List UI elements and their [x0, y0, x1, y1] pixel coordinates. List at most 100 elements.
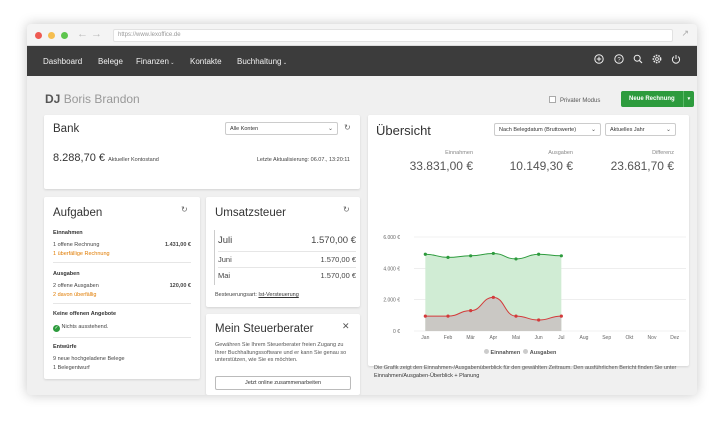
- vat-month: Juli: [218, 235, 233, 246]
- period-select[interactable]: Aktuelles Jahr ⌄: [605, 123, 676, 136]
- back-arrow-icon[interactable]: ←: [77, 28, 88, 40]
- expenses-point: [537, 318, 541, 322]
- minimize-dot[interactable]: [48, 32, 55, 39]
- last-update: Letzte Aktualisierung: 06.07., 13:20:11: [256, 157, 350, 163]
- x-tick-label: Jan: [421, 335, 429, 341]
- open-expenses-label: 2 offene Ausgaben: [53, 283, 99, 289]
- expenses-value: 10.149,30 €: [509, 159, 573, 173]
- overview-title: Übersicht: [376, 123, 431, 138]
- new-invoice-label: Neue Rechnung: [629, 96, 675, 102]
- chevron-down-icon: ⌄: [665, 127, 671, 133]
- vat-row-juli: Juli 1.570,00 €: [218, 235, 356, 246]
- private-mode-toggle[interactable]: Privater Modus: [549, 96, 600, 104]
- x-tick-label: Nov: [648, 335, 657, 341]
- expand-icon[interactable]: ↗: [681, 28, 689, 39]
- offers-status: ✓ Nichts ausstehend.: [53, 324, 108, 332]
- taxation-link[interactable]: Ist-Versteuerung: [258, 292, 298, 298]
- report-link[interactable]: Einnahmen/Ausgaben-Überblick + Planung: [374, 373, 479, 379]
- nav-finanzen-label: Finanzen: [136, 57, 169, 66]
- period-select-value: Aktuelles Jahr: [610, 127, 645, 133]
- user-name: Boris Brandon: [63, 92, 140, 106]
- y-tick-label: 0 €: [393, 329, 400, 335]
- add-icon[interactable]: [593, 54, 605, 66]
- balance-value: 8.288,70 €: [53, 152, 105, 164]
- collaborate-button[interactable]: Jetzt online zusammenarbeiten: [215, 376, 351, 390]
- taxation-type: Besteuerungsart: Ist-Versteuerung: [215, 292, 299, 298]
- top-navigation: Dashboard Belege Finanzen ⌄ Kontakte Buc…: [27, 46, 697, 76]
- refresh-icon[interactable]: ↻: [181, 205, 188, 214]
- offers-section-title: Keine offenen Angebote: [53, 311, 117, 317]
- legend-income-label: Einnahmen: [490, 350, 521, 356]
- overdue-expenses-link[interactable]: 2 davon überfällig: [53, 292, 96, 298]
- income-expense-chart: 0 € 2.000 € 4.000 € 6.000 € Jan Feb Mär Apr Mai J…: [383, 235, 686, 341]
- expenses-point: [423, 314, 427, 318]
- x-tick-label: Jul: [558, 335, 564, 341]
- nav-buchhaltung[interactable]: Buchhaltung ⌄: [237, 57, 287, 66]
- divider: [53, 262, 191, 263]
- user-initials: DJ: [45, 92, 61, 106]
- nav-finanzen[interactable]: Finanzen ⌄: [136, 57, 175, 66]
- power-icon[interactable]: [670, 54, 682, 66]
- chevron-down-icon[interactable]: ▾: [682, 91, 695, 107]
- checkbox[interactable]: [549, 96, 556, 103]
- x-tick-label: Mär: [466, 335, 475, 341]
- income-label: Einnahmen: [445, 150, 473, 156]
- tasks-title: Aufgaben: [53, 207, 103, 219]
- vat-value: 1.570,00 €: [320, 271, 356, 280]
- footnote-text: Die Grafik zeigt den Einnahmen-/Ausgaben…: [374, 365, 677, 371]
- user-header: DJ Boris Brandon: [45, 92, 140, 106]
- difference-value: 23.681,70 €: [610, 159, 674, 173]
- expenses-point: [446, 314, 450, 318]
- overdue-invoice-link[interactable]: 1 überfällige Rechnung: [53, 251, 110, 257]
- x-tick-label: Feb: [444, 335, 453, 341]
- maximize-dot[interactable]: [61, 32, 68, 39]
- chevron-down-icon: ⌄: [168, 60, 175, 66]
- x-tick-label: Aug: [580, 335, 589, 341]
- overview-footnote: Die Grafik zeigt den Einnahmen-/Ausgaben…: [374, 365, 682, 380]
- chevron-down-icon: ⌄: [590, 127, 596, 133]
- balance-label: Aktueller Kontostand: [108, 157, 159, 163]
- receipt-draft-link[interactable]: 1 Belegentwurf: [53, 365, 90, 371]
- account-select[interactable]: Alle Konten ⌄: [225, 122, 338, 135]
- tax-advisor-card: Mein Steuerberater ✕ Gewähren Sie Ihrem …: [206, 314, 360, 395]
- y-tick-label: 4.000 €: [383, 266, 400, 272]
- tax-advisor-title: Mein Steuerberater: [215, 323, 314, 335]
- bank-title: Bank: [53, 123, 80, 135]
- gear-icon[interactable]: [651, 54, 663, 66]
- income-point: [469, 254, 473, 258]
- account-select-value: Alle Konten: [230, 126, 259, 132]
- difference-label: Differenz: [652, 150, 674, 156]
- close-dot[interactable]: [35, 32, 42, 39]
- close-icon[interactable]: ✕: [342, 321, 350, 332]
- nav-kontakte[interactable]: Kontakte: [190, 57, 222, 66]
- uploaded-receipts-link[interactable]: 9 neue hochgeladene Belege: [53, 356, 125, 362]
- help-icon[interactable]: ?: [613, 54, 625, 66]
- x-tick-label: Dez: [670, 335, 679, 341]
- divider: [53, 337, 191, 338]
- nav-dashboard[interactable]: Dashboard: [43, 57, 82, 66]
- browser-chrome: ← → https://www.lexoffice.de ↗: [27, 24, 697, 46]
- tax-advisor-text: Gewähren Sie Ihrem Steuerberater freien …: [215, 342, 347, 363]
- legend-expenses-label: Ausgaben: [529, 350, 557, 356]
- nav-belege[interactable]: Belege: [98, 57, 123, 66]
- open-invoice-row[interactable]: 1 offene Rechnung 1.431,00 €: [53, 242, 191, 248]
- refresh-icon[interactable]: ↻: [343, 205, 350, 214]
- private-mode-label: Privater Modus: [560, 98, 601, 104]
- income-section-title: Einnahmen: [53, 230, 83, 236]
- x-tick-label: Jun: [535, 335, 543, 341]
- search-icon[interactable]: [632, 54, 644, 66]
- refresh-icon[interactable]: ↻: [344, 123, 351, 132]
- forward-arrow-icon[interactable]: →: [91, 28, 102, 40]
- open-expenses-row[interactable]: 2 offene Ausgaben 120,00 €: [53, 283, 191, 289]
- nav-buchhaltung-label: Buchhaltung: [237, 57, 282, 66]
- new-invoice-button[interactable]: Neue Rechnung ▾: [621, 91, 695, 107]
- expenses-point: [469, 309, 473, 313]
- x-tick-label: Sep: [602, 335, 611, 341]
- basis-select[interactable]: Nach Belegdatum (Bruttowerte) ⌄: [494, 123, 601, 136]
- income-point: [491, 251, 495, 256]
- address-bar[interactable]: https://www.lexoffice.de: [113, 29, 673, 42]
- income-value: 33.831,00 €: [409, 159, 473, 173]
- vat-month: Mai: [218, 271, 231, 280]
- vat-card: Umsatzsteuer ↻ Juli 1.570,00 € Juni 1.570,…: [206, 197, 360, 307]
- income-point: [559, 254, 563, 258]
